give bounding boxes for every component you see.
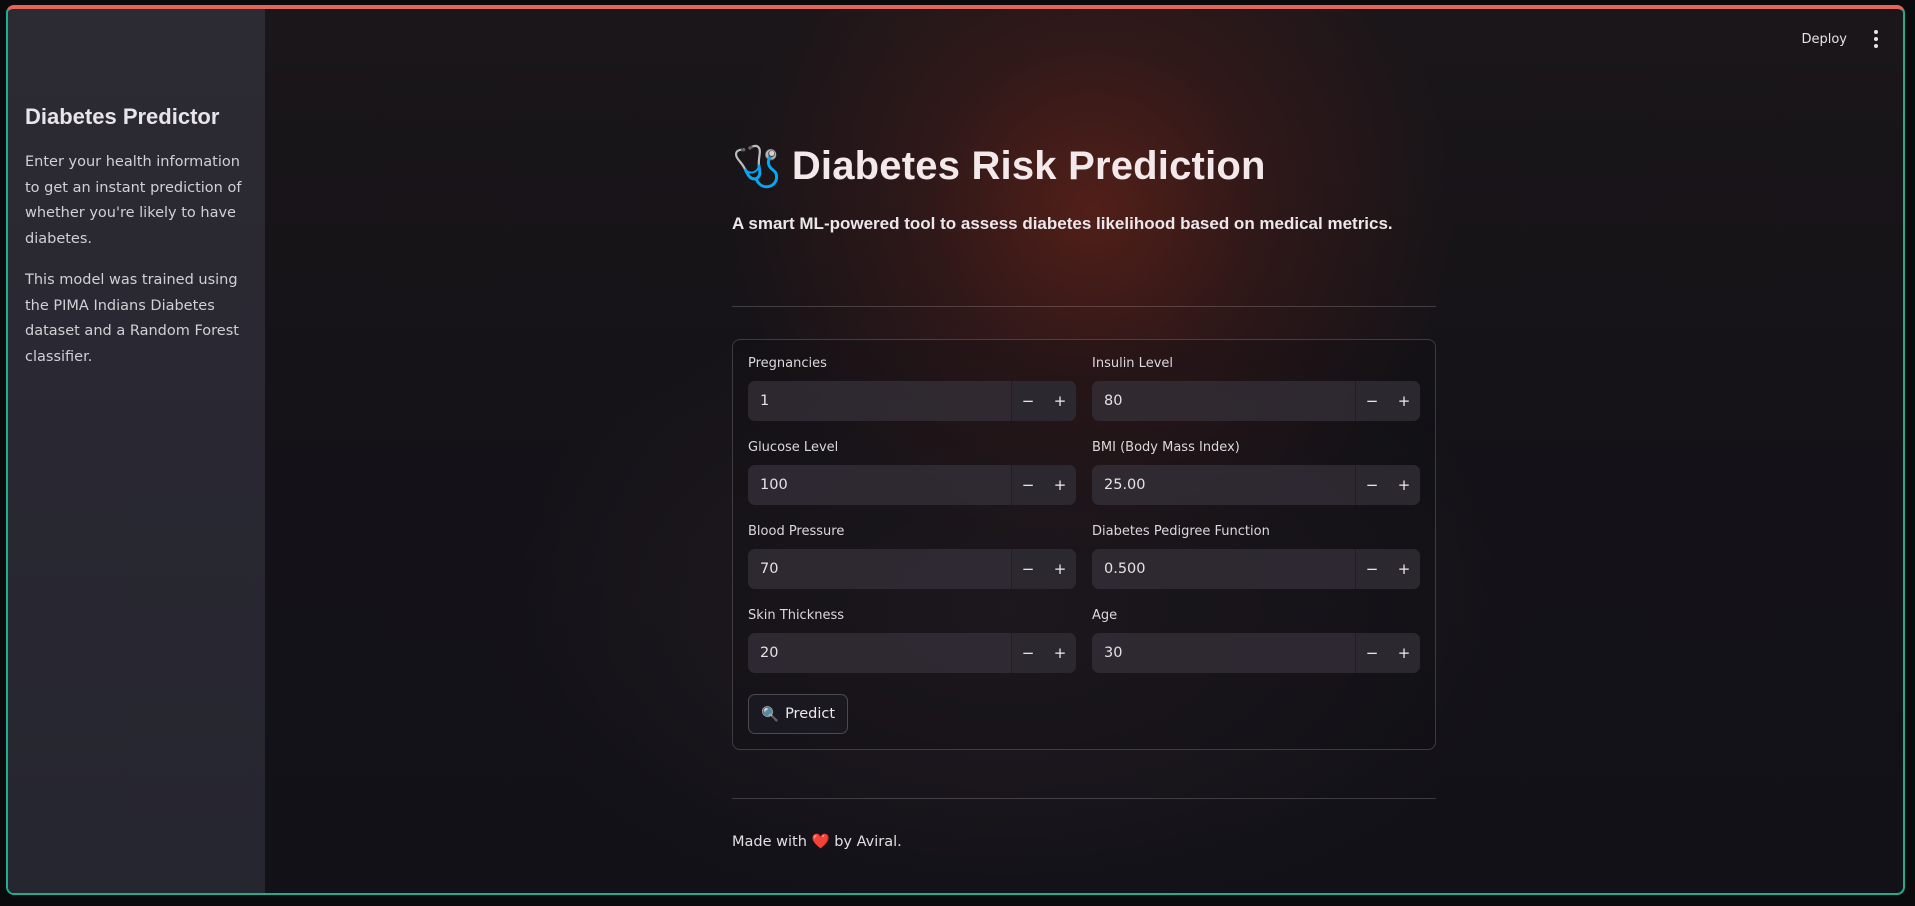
sidebar-model-info: This model was trained using the PIMA In… <box>25 272 239 365</box>
field-age: Age 30 − + <box>1092 608 1420 692</box>
divider <box>732 798 1436 799</box>
age-input[interactable]: 30 <box>1092 633 1355 673</box>
footer-suffix: by Aviral. <box>834 834 902 850</box>
decrement-button[interactable]: − <box>1355 633 1388 673</box>
page-title: Diabetes Risk Prediction <box>791 143 1266 188</box>
bmi-stepper: 25.00 − + <box>1092 465 1420 505</box>
predict-label: Predict <box>785 706 836 722</box>
decrement-button[interactable]: − <box>1011 549 1044 589</box>
blood-pressure-input[interactable]: 70 <box>748 549 1011 589</box>
field-label: BMI (Body Mass Index) <box>1092 440 1240 455</box>
decrement-button[interactable]: − <box>1355 381 1388 421</box>
footer-prefix: Made with <box>732 834 807 850</box>
increment-button[interactable]: + <box>1388 633 1420 673</box>
decrement-button[interactable]: − <box>1011 633 1044 673</box>
field-label: Pregnancies <box>748 356 827 371</box>
increment-button[interactable]: + <box>1388 381 1420 421</box>
field-label: Glucose Level <box>748 440 839 455</box>
footer: Made with ❤️ by Aviral. <box>732 833 1436 850</box>
insulin-input[interactable]: 80 <box>1092 381 1355 421</box>
decrement-button[interactable]: − <box>1355 465 1388 505</box>
pregnancies-input[interactable]: 1 <box>748 381 1011 421</box>
predict-button[interactable]: 🔍 Predict <box>748 694 849 734</box>
field-label: Insulin Level <box>1092 356 1173 371</box>
blood-pressure-stepper: 70 − + <box>748 549 1076 589</box>
glucose-input[interactable]: 100 <box>748 465 1011 505</box>
increment-button[interactable]: + <box>1388 465 1420 505</box>
app-frame: Diabetes Predictor Enter your health inf… <box>6 5 1905 895</box>
pedigree-stepper: 0.500 − + <box>1092 549 1420 589</box>
field-pedigree: Diabetes Pedigree Function 0.500 − + <box>1092 524 1420 608</box>
divider <box>732 306 1436 307</box>
increment-button[interactable]: + <box>1388 549 1420 589</box>
field-skin-thickness: Skin Thickness 20 − + <box>748 608 1076 692</box>
field-label: Diabetes Pedigree Function <box>1092 524 1270 539</box>
pedigree-input[interactable]: 0.500 <box>1092 549 1355 589</box>
field-label: Skin Thickness <box>748 608 845 623</box>
search-icon: 🔍 <box>761 706 780 723</box>
field-bmi: BMI (Body Mass Index) 25.00 − + <box>1092 440 1420 524</box>
increment-button[interactable]: + <box>1044 381 1076 421</box>
sidebar: Diabetes Predictor Enter your health inf… <box>8 9 265 893</box>
skin-thickness-input[interactable]: 20 <box>748 633 1011 673</box>
main-content: 🩺 Diabetes Risk Prediction A smart ML-po… <box>732 136 1436 850</box>
prediction-form: Pregnancies 1 − + Insulin Level 80 − + G… <box>732 339 1436 750</box>
pregnancies-stepper: 1 − + <box>748 381 1076 421</box>
field-blood-pressure: Blood Pressure 70 − + <box>748 524 1076 608</box>
kebab-menu-icon[interactable] <box>1869 29 1883 49</box>
glucose-stepper: 100 − + <box>748 465 1076 505</box>
stethoscope-icon: 🩺 <box>732 143 782 190</box>
insulin-stepper: 80 − + <box>1092 381 1420 421</box>
deploy-button[interactable]: Deploy <box>1801 32 1847 47</box>
age-stepper: 30 − + <box>1092 633 1420 673</box>
form-grid: Pregnancies 1 − + Insulin Level 80 − + G… <box>748 356 1420 692</box>
increment-button[interactable]: + <box>1044 549 1076 589</box>
decrement-button[interactable]: − <box>1011 465 1044 505</box>
decrement-button[interactable]: − <box>1355 549 1388 589</box>
heart-icon: ❤️ <box>811 834 830 850</box>
field-label: Blood Pressure <box>748 524 845 539</box>
decrement-button[interactable]: − <box>1011 381 1044 421</box>
increment-button[interactable]: + <box>1044 633 1076 673</box>
page-header: 🩺 Diabetes Risk Prediction <box>732 136 1436 196</box>
field-pregnancies: Pregnancies 1 − + <box>748 356 1076 440</box>
field-label: Age <box>1092 608 1118 623</box>
toolbar: Deploy <box>1801 29 1883 49</box>
field-glucose: Glucose Level 100 − + <box>748 440 1076 524</box>
page-subtitle: A smart ML-powered tool to assess diabet… <box>732 214 1393 233</box>
bmi-input[interactable]: 25.00 <box>1092 465 1355 505</box>
sidebar-description: Enter your health information to get an … <box>25 154 242 247</box>
sidebar-title: Diabetes Predictor <box>25 104 220 129</box>
field-insulin: Insulin Level 80 − + <box>1092 356 1420 440</box>
increment-button[interactable]: + <box>1044 465 1076 505</box>
skin-thickness-stepper: 20 − + <box>748 633 1076 673</box>
